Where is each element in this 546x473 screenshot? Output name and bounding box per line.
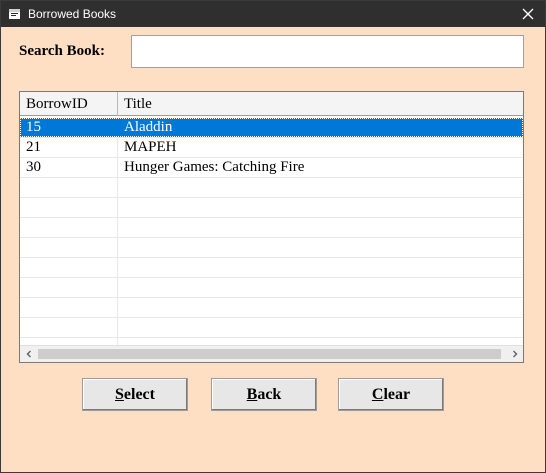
app-window-icon [8, 7, 22, 21]
clear-button[interactable]: Clear [338, 378, 444, 411]
search-input[interactable] [131, 35, 524, 68]
back-button[interactable]: Back [211, 378, 317, 411]
cell-borrowid [20, 238, 118, 257]
cell-borrowid [20, 258, 118, 277]
scrollbar-thumb[interactable] [38, 349, 501, 359]
chevron-right-icon [512, 350, 517, 358]
empty-table-row[interactable] [20, 178, 523, 198]
cell-borrowid [20, 178, 118, 197]
clear-button-label: lear [383, 385, 411, 403]
horizontal-scrollbar[interactable] [20, 345, 523, 362]
cell-title [118, 178, 523, 197]
close-icon [522, 8, 534, 20]
cell-borrowid [20, 298, 118, 317]
empty-table-row[interactable] [20, 278, 523, 298]
cell-borrowid: 21 [20, 138, 118, 157]
clear-button-mnemonic: C [371, 385, 384, 403]
select-button-mnemonic: S [115, 385, 124, 403]
empty-table-row[interactable] [20, 318, 523, 338]
borrowed-books-grid[interactable]: BorrowID Title 15 Aladdin 21 MAPEH 30 Hunger … [19, 91, 524, 363]
cell-borrowid [20, 278, 118, 297]
cell-title [118, 298, 523, 317]
close-button[interactable] [511, 1, 545, 27]
cell-title: Aladdin [124, 119, 173, 135]
cell-borrowid: 30 [20, 158, 118, 177]
cell-borrowid [20, 318, 118, 337]
back-button-label: ack [257, 385, 282, 403]
empty-table-row[interactable] [20, 258, 523, 278]
cell-title [118, 198, 523, 217]
chevron-left-icon [26, 350, 31, 358]
table-row[interactable]: 15 Aladdin [20, 118, 523, 138]
grid-rows: 15 Aladdin 21 MAPEH 30 Hunger Games: Catching… [20, 118, 523, 358]
cell-title [118, 278, 523, 297]
table-row[interactable]: 21 MAPEH [20, 138, 523, 158]
empty-table-row[interactable] [20, 238, 523, 258]
column-header-borrowid[interactable]: BorrowID [20, 92, 118, 116]
cell-borrowid: 15 [20, 118, 118, 137]
search-book-label: Search Book: [19, 43, 105, 59]
cell-borrowid [20, 218, 118, 237]
select-button[interactable]: Select [82, 378, 188, 411]
grid-header: BorrowID Title [20, 92, 523, 116]
cell-title [118, 218, 523, 237]
cell-title: MAPEH [124, 139, 177, 155]
cell-title: Hunger Games: Catching Fire [124, 159, 305, 175]
empty-table-row[interactable] [20, 298, 523, 318]
cell-borrowid [20, 198, 118, 217]
cell-title [118, 238, 523, 257]
table-row[interactable]: 30 Hunger Games: Catching Fire [20, 158, 523, 178]
scroll-right-button[interactable] [506, 346, 523, 362]
back-button-mnemonic: B [246, 385, 258, 403]
cell-title [118, 258, 523, 277]
empty-table-row[interactable] [20, 218, 523, 238]
title-bar[interactable]: Borrowed Books [1, 1, 545, 27]
empty-table-row[interactable] [20, 198, 523, 218]
column-header-title[interactable]: Title [118, 92, 521, 116]
window-title: Borrowed Books [28, 7, 117, 21]
borrowed-books-window: Borrowed Books Search Book: BorrowID Tit… [0, 0, 546, 473]
cell-title [118, 318, 523, 337]
scroll-left-button[interactable] [20, 346, 37, 362]
select-button-label: elect [123, 385, 155, 403]
